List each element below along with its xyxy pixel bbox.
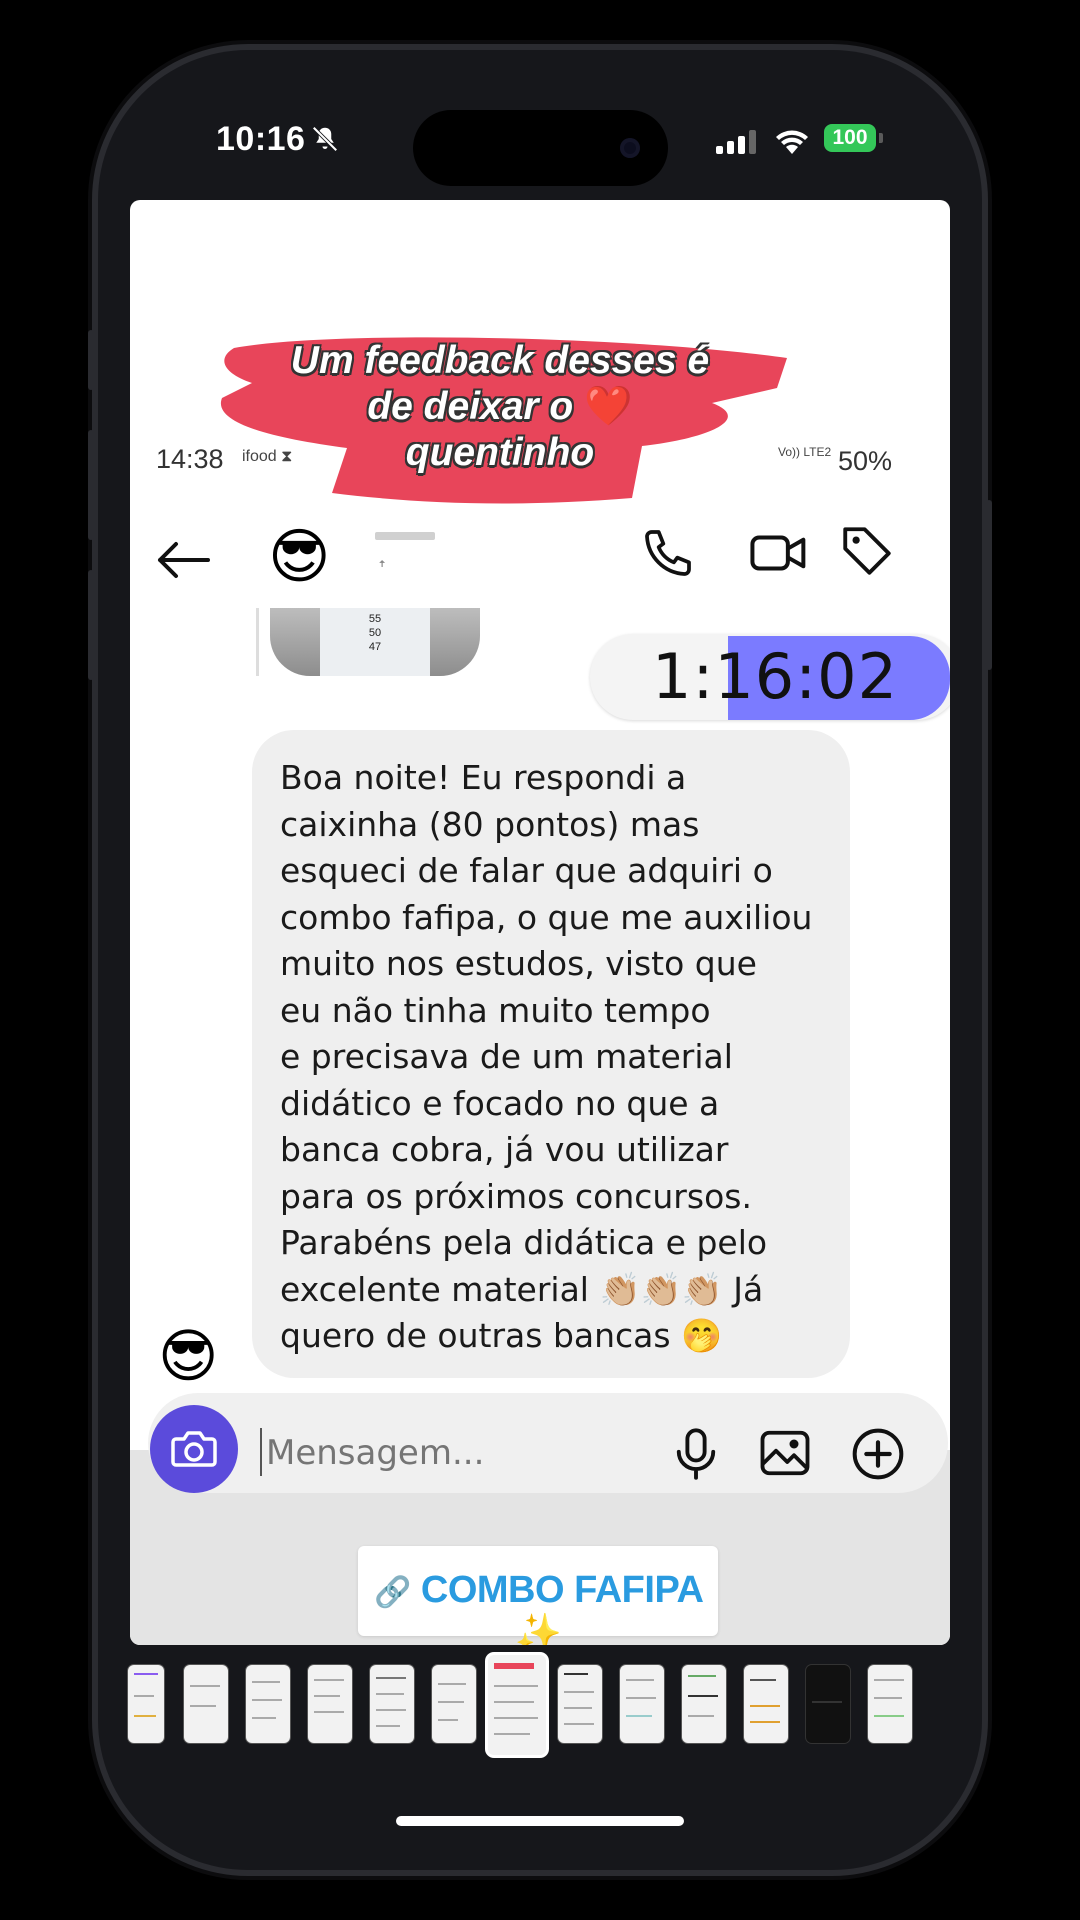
story-thumbnails bbox=[128, 1655, 958, 1755]
camera-button[interactable] bbox=[150, 1405, 238, 1493]
message-input[interactable] bbox=[264, 1420, 648, 1486]
story-thumbnail[interactable] bbox=[432, 1665, 476, 1743]
story-thumbnail[interactable] bbox=[806, 1665, 850, 1743]
story-thumbnail[interactable] bbox=[184, 1665, 228, 1743]
banner-text: Um feedback desses é de deixar o ❤️ quen… bbox=[220, 338, 780, 476]
shared-image-number: 50 bbox=[368, 627, 382, 639]
banner-line-2: de deixar o ❤️ bbox=[220, 384, 780, 430]
status-bar: 10:16 100 bbox=[98, 50, 982, 186]
story-thumbnail[interactable] bbox=[868, 1665, 912, 1743]
link-label: COMBO FAFIPA bbox=[420, 1569, 703, 1611]
mic-icon[interactable] bbox=[670, 1426, 722, 1482]
bell-slash-icon bbox=[312, 126, 338, 152]
status-time: 10:16 bbox=[216, 120, 306, 158]
shared-image-number: 55 bbox=[368, 613, 382, 625]
link-sticker-text[interactable]: 🔗 COMBO FAFIPA ✨ bbox=[358, 1569, 718, 1645]
contact-avatar[interactable]: 😎 bbox=[268, 522, 331, 592]
wifi-icon bbox=[776, 130, 808, 154]
shared-image-content: 55 50 47 bbox=[320, 608, 430, 676]
power-button bbox=[986, 500, 992, 670]
image-icon[interactable] bbox=[758, 1426, 812, 1480]
tag-icon[interactable] bbox=[838, 522, 896, 580]
sender-avatar: 😎 bbox=[158, 1324, 219, 1389]
camera-icon bbox=[171, 1431, 217, 1467]
story-thumbnail[interactable] bbox=[308, 1665, 352, 1743]
timer-text: 1:16:02 bbox=[652, 640, 899, 713]
heart-emoji: ❤️ bbox=[584, 385, 633, 428]
banner-line-1: Um feedback desses é bbox=[290, 339, 710, 382]
story-thumbnail[interactable] bbox=[744, 1665, 788, 1743]
battery-indicator: 100 bbox=[824, 124, 876, 152]
inner-battery: 50% bbox=[838, 446, 893, 476]
story-thumbnail[interactable] bbox=[682, 1665, 726, 1743]
link-icon: 🔗 bbox=[373, 1576, 411, 1609]
phone-frame: 10:16 100 14:38 ifood ⧗ Vo)) LTE2 50% Um… bbox=[88, 50, 992, 1870]
sparkle-emoji: ✨ bbox=[514, 1613, 562, 1645]
story-thumbnail[interactable] bbox=[558, 1665, 602, 1743]
banner-line-2-text: de deixar o bbox=[367, 385, 574, 428]
text-cursor bbox=[260, 1428, 262, 1476]
story-screen: 14:38 ifood ⧗ Vo)) LTE2 50% Um feedback … bbox=[130, 200, 950, 1645]
story-thumbnail[interactable] bbox=[246, 1665, 290, 1743]
contact-name-blurred[interactable] bbox=[375, 532, 435, 540]
shared-image-number: 47 bbox=[368, 641, 382, 653]
silent-switch bbox=[88, 330, 94, 390]
story-thumbnail[interactable] bbox=[370, 1665, 414, 1743]
message-text: Boa noite! Eu respondi a caixinha (80 po… bbox=[280, 758, 813, 1355]
story-thumbnail[interactable] bbox=[620, 1665, 664, 1743]
reply-quote-bar bbox=[256, 608, 259, 676]
front-camera bbox=[620, 138, 640, 158]
contact-status: ꜛ bbox=[378, 562, 386, 579]
shared-image[interactable]: 55 50 47 bbox=[270, 608, 480, 676]
video-icon[interactable] bbox=[748, 525, 810, 581]
plus-circle-icon[interactable] bbox=[850, 1426, 906, 1482]
banner-line-3: quentinho bbox=[405, 431, 595, 474]
story-thumbnail[interactable] bbox=[128, 1665, 164, 1743]
battery-tip bbox=[879, 133, 883, 143]
signal-icon bbox=[716, 130, 756, 154]
dynamic-island bbox=[413, 110, 668, 186]
phone-icon[interactable] bbox=[640, 525, 696, 581]
back-arrow-icon[interactable] bbox=[154, 540, 212, 580]
volume-up-button bbox=[88, 430, 94, 540]
story-thumbnail-active[interactable] bbox=[488, 1655, 546, 1755]
volume-down-button bbox=[88, 570, 94, 680]
home-indicator[interactable] bbox=[396, 1816, 684, 1826]
